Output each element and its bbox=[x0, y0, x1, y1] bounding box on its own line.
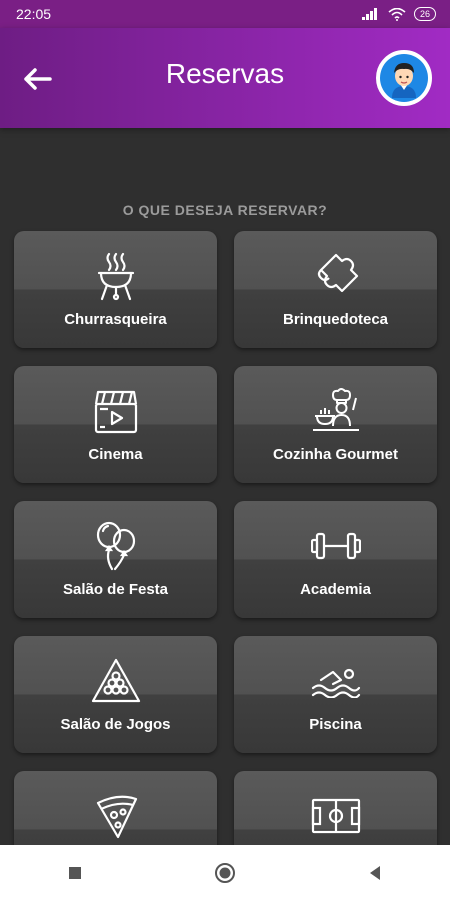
card-salao-de-festa[interactable]: Salão de Festa bbox=[14, 501, 217, 618]
triangle-back-icon bbox=[370, 865, 380, 880]
section-heading: O QUE DESEJA RESERVAR? bbox=[122, 202, 328, 218]
wifi-icon bbox=[388, 7, 406, 21]
back-nav-button[interactable] bbox=[355, 853, 395, 893]
card-cinema[interactable]: Cinema bbox=[14, 366, 217, 483]
status-bar: 22:05 26 bbox=[0, 0, 450, 28]
battery-indicator: 26 bbox=[413, 7, 436, 21]
card-salao-de-jogos[interactable]: Salão de Jogos bbox=[14, 636, 217, 753]
status-time: 22:05 bbox=[16, 6, 52, 22]
soccer-field-icon bbox=[311, 798, 360, 834]
dumbbell-icon bbox=[310, 532, 361, 560]
grill-icon bbox=[97, 252, 134, 301]
card-academia[interactable]: Academia bbox=[234, 501, 437, 618]
status-icons: 26 bbox=[361, 7, 436, 21]
swimmer-icon bbox=[311, 668, 360, 698]
billiard-icon bbox=[91, 658, 140, 703]
pizza-icon bbox=[96, 795, 137, 839]
avatar[interactable] bbox=[376, 50, 432, 106]
card-label: Salão de Jogos bbox=[60, 716, 171, 733]
card-label: Academia bbox=[300, 581, 371, 598]
card-piscina[interactable]: Piscina bbox=[234, 636, 437, 753]
clapperboard-icon bbox=[94, 390, 137, 434]
card-brinquedoteca[interactable]: Brinquedoteca bbox=[234, 231, 437, 348]
circle-icon bbox=[215, 862, 235, 883]
puzzle-icon bbox=[317, 253, 358, 293]
card-label: Brinquedoteca bbox=[282, 311, 388, 328]
home-button[interactable] bbox=[205, 853, 245, 893]
card-label: Salão de Festa bbox=[62, 581, 169, 598]
signal-icon bbox=[361, 8, 377, 20]
reservation-grid: Churrasqueira Brinquedoteca Cinema Cozin… bbox=[14, 231, 438, 888]
chef-icon bbox=[312, 388, 359, 431]
app-header: Reservas bbox=[0, 28, 450, 128]
card-label: Churrasqueira bbox=[64, 311, 167, 328]
card-label: Cozinha Gourmet bbox=[272, 446, 398, 463]
card-label: Piscina bbox=[309, 716, 362, 733]
card-label: Cinema bbox=[88, 446, 143, 463]
card-cozinha-gourmet[interactable]: Cozinha Gourmet bbox=[234, 366, 437, 483]
user-avatar-icon bbox=[380, 54, 428, 102]
recent-apps-button[interactable] bbox=[55, 853, 95, 893]
square-icon bbox=[69, 866, 81, 879]
balloons-icon bbox=[96, 521, 135, 571]
system-navigation-bar bbox=[0, 845, 450, 900]
card-churrasqueira[interactable]: Churrasqueira bbox=[14, 231, 217, 348]
